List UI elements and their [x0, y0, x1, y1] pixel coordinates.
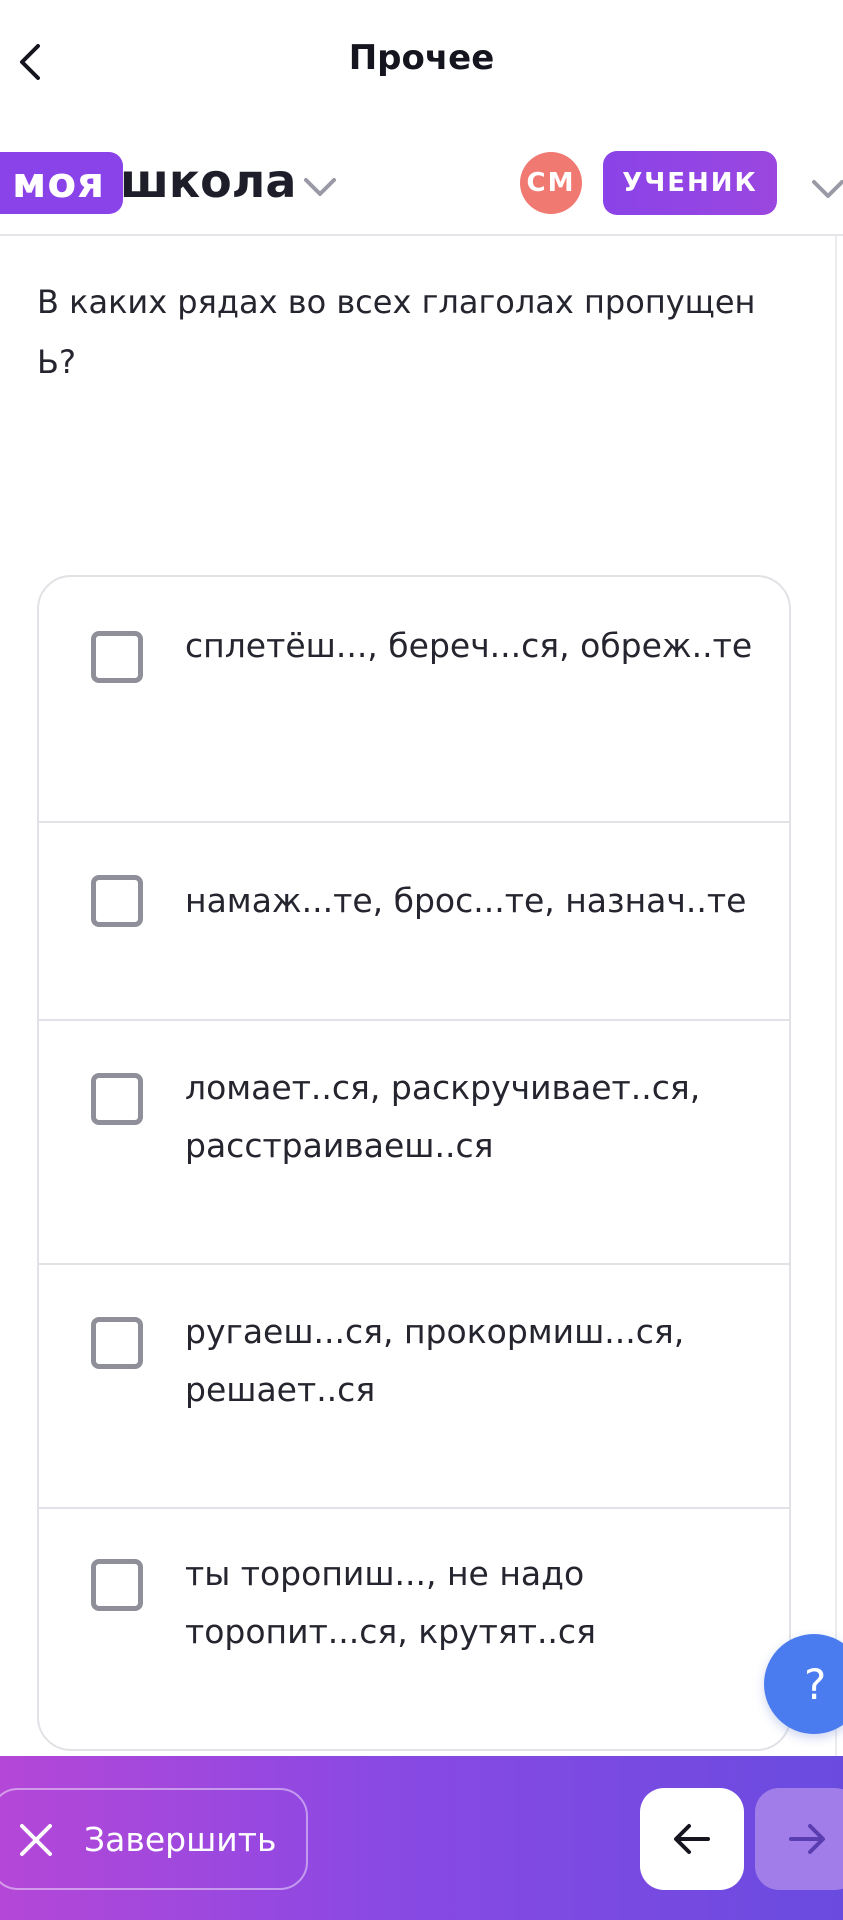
- checkbox[interactable]: [91, 1559, 143, 1611]
- checkbox[interactable]: [91, 875, 143, 927]
- role-badge[interactable]: УЧЕНИК: [603, 151, 777, 215]
- answer-option[interactable]: намаж...те, брос...те, назнач..те: [39, 823, 789, 1021]
- option-text: ты торопиш..., не надо торопит...ся, кру…: [185, 1554, 596, 1651]
- quiz-screen: Прочее моя школа СМ УЧЕНИК В каких рядах…: [0, 0, 843, 1920]
- answer-option[interactable]: ты торопиш..., не надо торопит...ся, кру…: [39, 1509, 789, 1749]
- checkbox[interactable]: [91, 631, 143, 683]
- top-bar: Прочее: [0, 0, 843, 124]
- logo-part-shkola: школа: [120, 154, 297, 208]
- checkbox[interactable]: [91, 1317, 143, 1369]
- option-text: ругаеш...ся, прокормиш...ся, решает..ся: [185, 1312, 685, 1409]
- checkbox[interactable]: [91, 1073, 143, 1125]
- next-button[interactable]: [755, 1788, 843, 1890]
- answer-option[interactable]: ломает..ся, раскручивает..ся, расстраива…: [39, 1021, 789, 1265]
- answer-options: сплетёш..., береч...ся, обреж..те намаж.…: [37, 575, 791, 1751]
- chevron-down-icon[interactable]: [300, 172, 340, 200]
- arrow-left-icon: [674, 1824, 710, 1854]
- arrow-right-icon: [789, 1824, 825, 1854]
- content-divider: [835, 236, 837, 1756]
- answer-option[interactable]: сплетёш..., береч...ся, обреж..те: [39, 577, 789, 823]
- question-text: В каких рядах во всех глаголах пропущен …: [37, 283, 756, 381]
- avatar[interactable]: СМ: [520, 152, 582, 214]
- option-text: ломает..ся, раскручивает..ся, расстраива…: [185, 1068, 701, 1165]
- bottom-bar: Завершить: [0, 1756, 843, 1920]
- prev-button[interactable]: [640, 1788, 744, 1890]
- brand-header: моя школа СМ УЧЕНИК: [0, 124, 843, 236]
- option-text: сплетёш..., береч...ся, обреж..те: [185, 626, 753, 665]
- help-label: ?: [804, 1659, 827, 1709]
- logo-part-moya: моя: [0, 152, 124, 214]
- finish-label: Завершить: [84, 1820, 277, 1859]
- finish-button[interactable]: Завершить: [0, 1788, 308, 1890]
- page-title: Прочее: [348, 38, 495, 78]
- answer-option[interactable]: ругаеш...ся, прокормиш...ся, решает..ся: [39, 1265, 789, 1509]
- option-text: намаж...те, брос...те, назнач..те: [185, 881, 747, 920]
- close-icon: [20, 1824, 52, 1856]
- chevron-down-icon[interactable]: [808, 174, 843, 202]
